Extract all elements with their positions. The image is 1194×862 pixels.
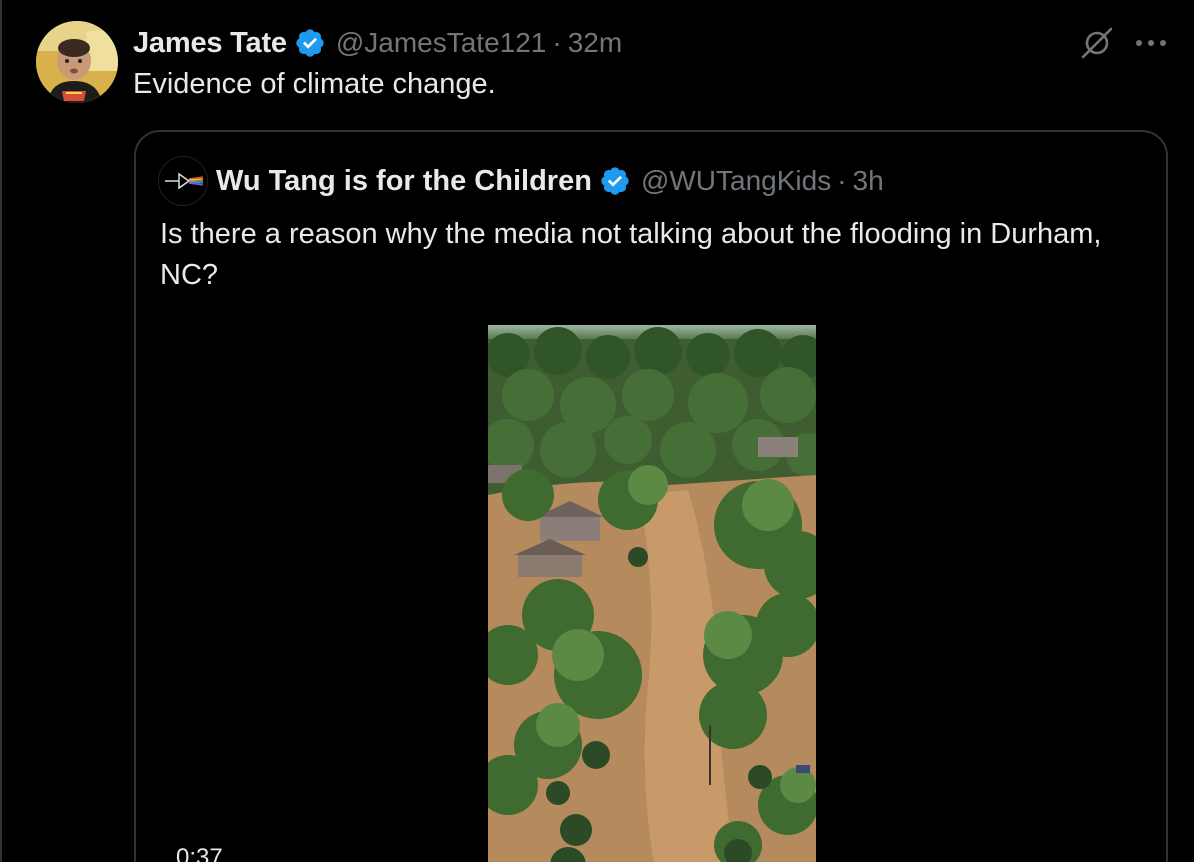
quoted-tweet-header: Wu Tang is for the Children @WUTangKids … <box>216 162 884 200</box>
quoted-author-handle[interactable]: @WUTangKids <box>641 165 831 197</box>
verified-badge-icon <box>601 167 629 195</box>
tweet-header: James Tate @JamesTate121 · 32m <box>133 24 622 62</box>
author-avatar[interactable] <box>36 21 118 103</box>
grok-icon[interactable] <box>1079 25 1115 61</box>
quoted-tweet-text: Is there a reason why the media not talk… <box>160 218 1102 291</box>
author-name[interactable]: James Tate <box>133 27 287 60</box>
video-duration: 0:37 <box>176 844 223 862</box>
header-separator: · <box>552 27 562 58</box>
quoted-author-avatar[interactable] <box>158 156 208 206</box>
more-options-icon[interactable] <box>1134 38 1168 48</box>
quoted-tweet-card[interactable]: Wu Tang is for the Children @WUTangKids … <box>134 130 1168 862</box>
author-handle[interactable]: @JamesTate121 <box>336 27 547 59</box>
quoted-tweet-timestamp[interactable]: 3h <box>853 165 884 197</box>
tweet-container[interactable]: James Tate @JamesTate121 · 32m Evidence … <box>0 0 1194 862</box>
tweet-text: Evidence of climate change. <box>133 68 496 100</box>
video-thumbnail <box>488 325 816 862</box>
verified-badge-icon <box>296 29 324 57</box>
video-player[interactable] <box>488 325 816 862</box>
quoted-author-name[interactable]: Wu Tang is for the Children <box>216 165 592 198</box>
quoted-header-separator: · <box>837 165 847 196</box>
tweet-timestamp[interactable]: 32m <box>568 27 622 59</box>
